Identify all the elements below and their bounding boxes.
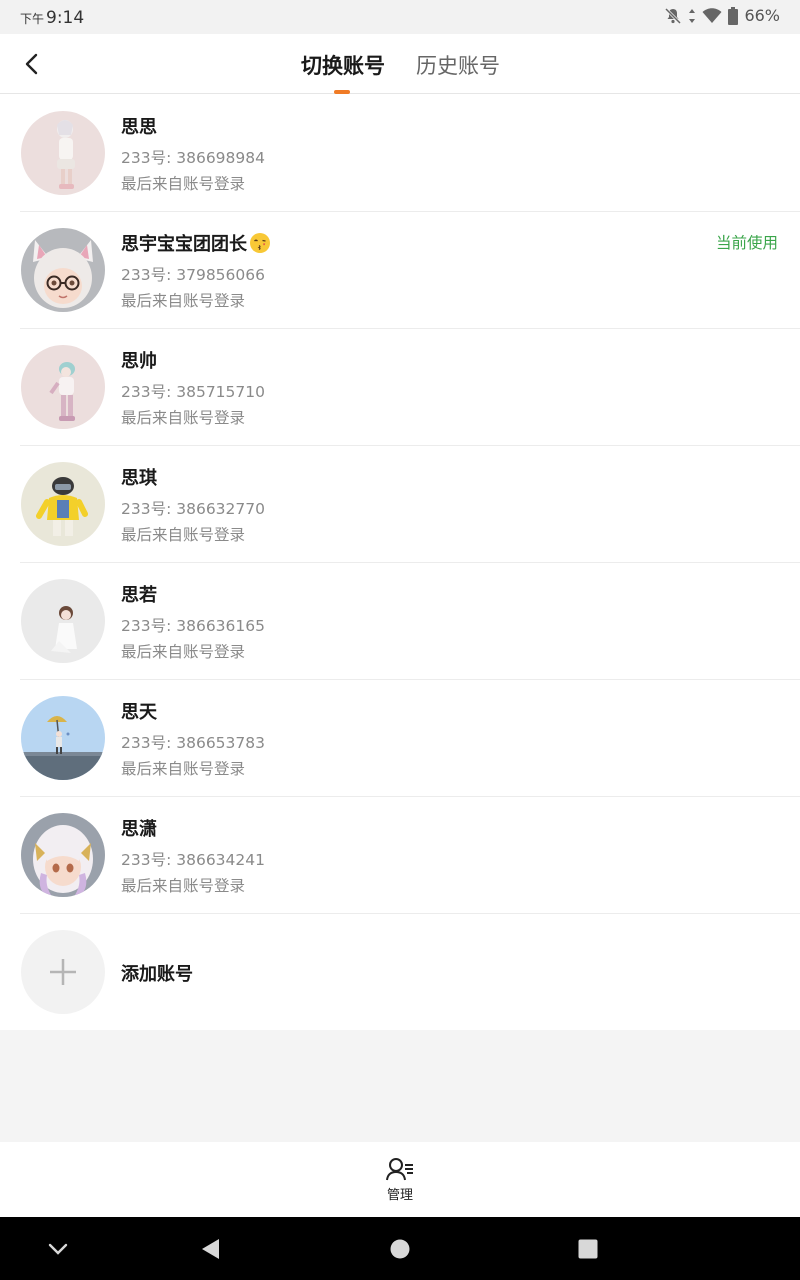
tab-switch-account[interactable]: 切换账号 (301, 50, 385, 80)
account-last-login: 最后来自账号登录 (121, 760, 246, 778)
account-last-login: 最后来自账号登录 (121, 877, 246, 895)
status-bar: 下午 9:14 66% (0, 0, 800, 34)
account-row[interactable]: 思天 233号: 386653783 最后来自账号登录 (0, 680, 800, 797)
account-id: 233号: 386698984 (121, 149, 265, 167)
triangle-back-icon (202, 1239, 219, 1259)
account-name: 思思 (121, 117, 157, 138)
nav-collapse-button[interactable] (42, 1233, 74, 1265)
system-nav-bar (0, 1217, 800, 1280)
add-account-row[interactable]: 添加账号 (0, 914, 800, 1031)
square-recents-icon (578, 1239, 598, 1259)
empty-area (0, 1030, 800, 1142)
avatar-girl-white-outfit-icon (21, 111, 105, 195)
manage-button[interactable]: 管理 (370, 1156, 430, 1212)
account-name: 思天 (121, 702, 157, 723)
battery-icon (728, 6, 739, 25)
kiss-emoji-icon (250, 233, 270, 253)
account-row[interactable]: 思思 233号: 386698984 最后来自账号登录 (0, 95, 800, 212)
back-button[interactable] (14, 46, 50, 82)
avatar-cat-ear-glasses-icon (21, 228, 105, 312)
account-last-login: 最后来自账号登录 (121, 292, 246, 310)
account-row[interactable]: 思帅 233号: 385715710 最后来自账号登录 (0, 329, 800, 446)
account-name: 思宇宝宝团团长 (121, 230, 271, 256)
status-clock: 9:14 (46, 8, 85, 28)
plus-icon (50, 959, 76, 985)
account-name: 思若 (121, 585, 157, 606)
account-last-login: 最后来自账号登录 (121, 409, 246, 427)
battery-percent: 66% (744, 6, 780, 25)
account-name: 思帅 (121, 351, 157, 372)
account-row[interactable]: 思若 233号: 386636165 最后来自账号登录 (0, 563, 800, 680)
account-id: 233号: 386636165 (121, 617, 265, 635)
account-id: 233号: 386632770 (121, 500, 265, 518)
status-time: 下午 9:14 (20, 8, 84, 28)
chevron-down-icon (48, 1243, 68, 1255)
manage-label: 管理 (386, 1188, 413, 1203)
account-id: 233号: 379856066 (121, 266, 265, 284)
add-account-label: 添加账号 (121, 964, 193, 985)
avatar-yellow-jacket-icon (21, 462, 105, 546)
account-name: 思潇 (121, 819, 157, 840)
nav-recents-button[interactable] (572, 1233, 604, 1265)
account-id: 233号: 386653783 (121, 734, 265, 752)
avatar-umbrella-sky-icon (21, 696, 105, 780)
account-row[interactable]: 思宇宝宝团团长 当前使用 233号: 379856066 最后来自账号登录 (0, 212, 800, 329)
notifications-off-icon (664, 7, 682, 25)
account-list: 思思 233号: 386698984 最后来自账号登录 思宇宝宝团团长 当前使用… (0, 95, 800, 1031)
account-id: 233号: 385715710 (121, 383, 265, 401)
bottom-bar: 管理 (0, 1142, 800, 1217)
account-name: 思琪 (121, 468, 157, 489)
add-account-circle (21, 930, 105, 1014)
avatar-figure-pink-icon (21, 345, 105, 429)
avatar-white-hair-girl-icon (21, 813, 105, 897)
account-id: 233号: 386634241 (121, 851, 265, 869)
account-row[interactable]: 思潇 233号: 386634241 最后来自账号登录 (0, 797, 800, 914)
status-icons: 66% (664, 6, 780, 25)
account-name-text: 思宇宝宝团团长 (121, 234, 247, 255)
circle-home-icon (390, 1239, 410, 1259)
account-row[interactable]: 思琪 233号: 386632770 最后来自账号登录 (0, 446, 800, 563)
account-last-login: 最后来自账号登录 (121, 526, 246, 544)
current-use-badge: 当前使用 (715, 234, 778, 252)
header: 切换账号 历史账号 (0, 34, 800, 94)
tab-history-account[interactable]: 历史账号 (416, 50, 500, 80)
account-last-login: 最后来自账号登录 (121, 175, 246, 193)
account-last-login: 最后来自账号登录 (121, 643, 246, 661)
status-ampm: 下午 (20, 12, 45, 26)
user-manage-icon (386, 1158, 413, 1181)
data-arrows-icon (688, 8, 696, 24)
avatar-girl-white-dress-icon (21, 579, 105, 663)
nav-back-button[interactable] (194, 1233, 226, 1265)
chevron-left-icon (25, 53, 38, 75)
nav-home-button[interactable] (384, 1233, 416, 1265)
tab-indicator (334, 90, 350, 94)
wifi-icon (702, 7, 722, 24)
